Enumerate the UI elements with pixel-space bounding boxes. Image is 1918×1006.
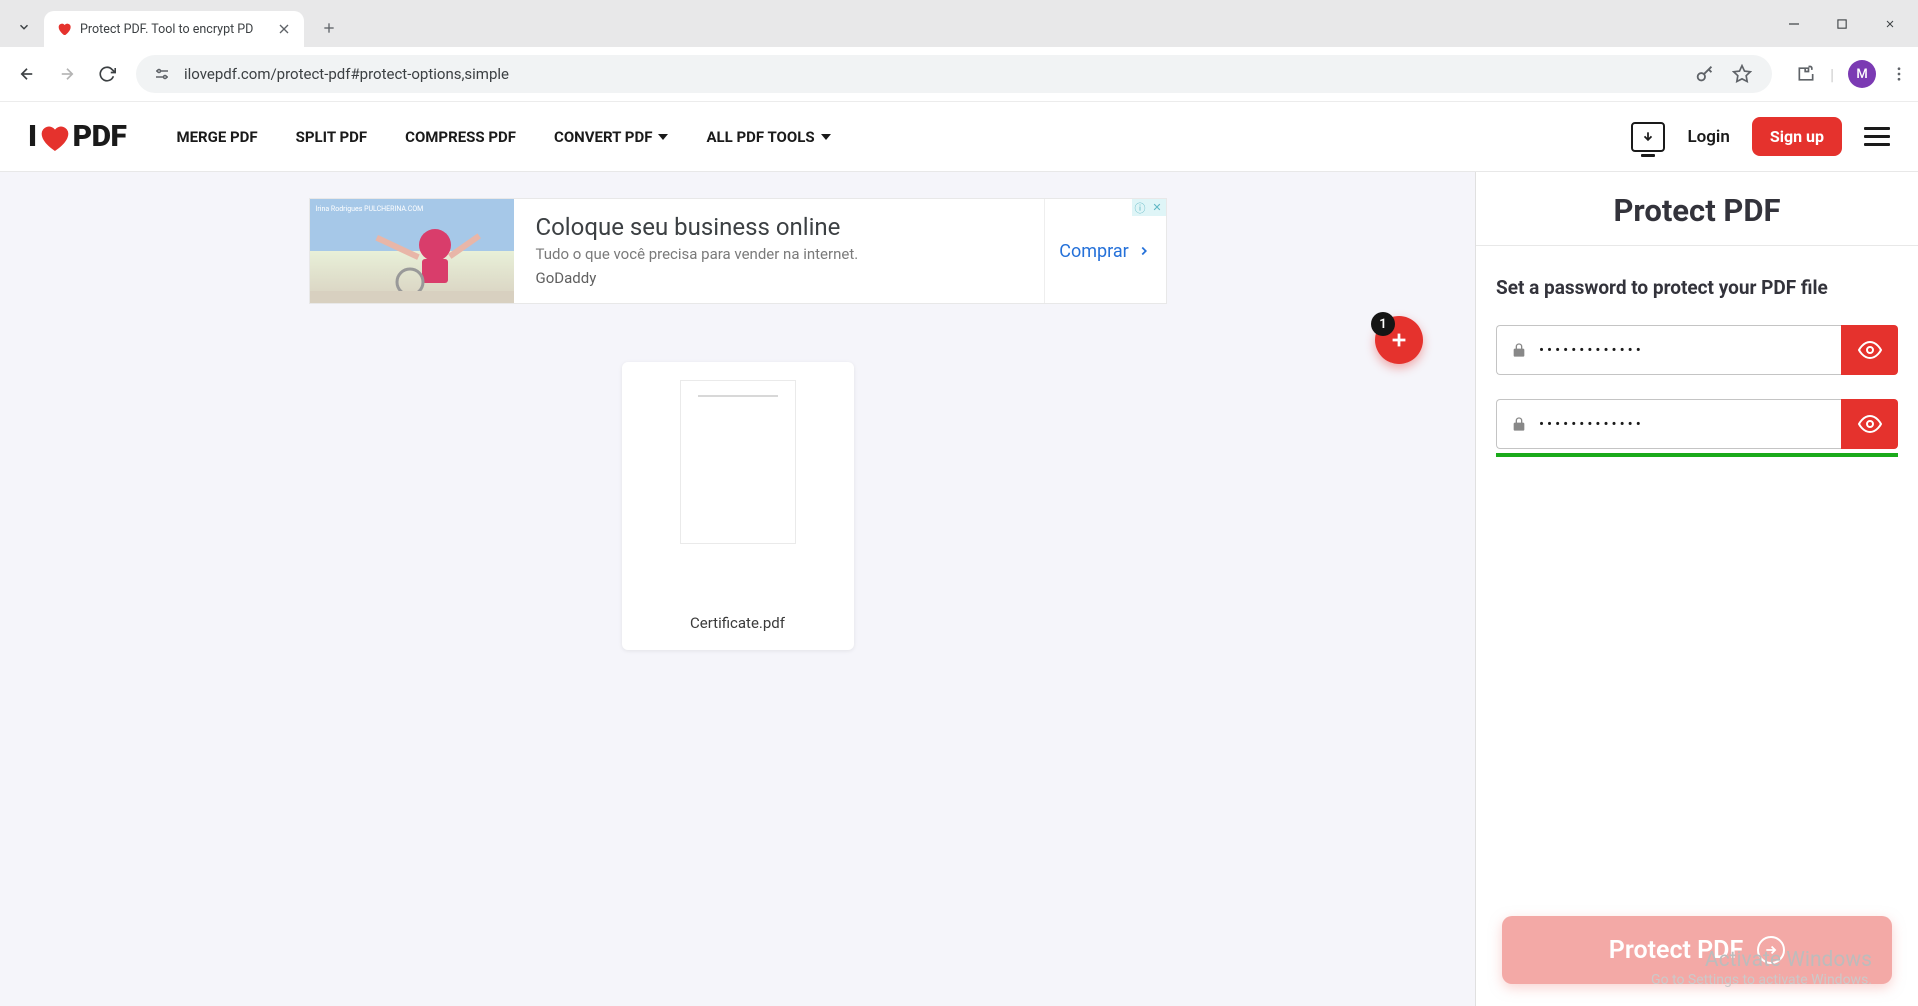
password-value: ••••••••••••• [1539, 341, 1644, 359]
extensions-icon[interactable] [1796, 64, 1816, 84]
confirm-password-input[interactable]: ••••••••••••• [1496, 399, 1841, 449]
main-area: Irina Rodrigues PULCHERINA.COM Coloque s… [0, 172, 1476, 1006]
new-tab-button[interactable] [314, 13, 344, 43]
close-icon[interactable] [276, 21, 292, 37]
browser-menu-icon[interactable] [1890, 65, 1908, 83]
reload-button[interactable] [90, 57, 124, 91]
confirm-password-value: ••••••••••••• [1539, 415, 1644, 433]
hamburger-icon[interactable] [1864, 127, 1890, 146]
address-bar[interactable]: ilovepdf.com/protect-pdf#protect-options… [136, 55, 1772, 93]
lock-icon [1511, 416, 1527, 432]
file-name: Certificate.pdf [690, 614, 785, 632]
browser-tab-strip: Protect PDF. Tool to encrypt PD [0, 0, 1918, 47]
bookmark-star-icon[interactable] [1732, 64, 1752, 84]
desktop-app-icon[interactable] [1631, 122, 1665, 152]
window-controls [1772, 9, 1918, 47]
add-file-button[interactable]: 1 [1375, 316, 1423, 364]
chevron-down-icon [821, 134, 831, 140]
heart-icon [56, 21, 72, 37]
nav-all-tools[interactable]: ALL PDF TOOLS [706, 128, 830, 146]
file-preview [680, 380, 796, 544]
url-text: ilovepdf.com/protect-pdf#protect-options… [184, 65, 1684, 83]
heart-icon [39, 123, 71, 151]
logo-prefix: I [28, 119, 37, 154]
sidebar-title: Protect PDF [1476, 172, 1918, 246]
close-window-button[interactable] [1868, 9, 1912, 39]
adchoices-icon[interactable]: ⓘ✕ [1132, 199, 1166, 216]
windows-activation-watermark: Activate Windows Go to Settings to activ… [1651, 948, 1872, 988]
logo[interactable]: I PDF [28, 119, 126, 154]
browser-tab[interactable]: Protect PDF. Tool to encrypt PD [44, 11, 304, 47]
ad-banner[interactable]: Irina Rodrigues PULCHERINA.COM Coloque s… [309, 198, 1167, 304]
main-nav: MERGE PDF SPLIT PDF COMPRESS PDF CONVERT… [176, 128, 830, 146]
password-input[interactable]: ••••••••••••• [1496, 325, 1841, 375]
options-sidebar: Protect PDF Set a password to protect yo… [1476, 172, 1918, 1006]
ad-image: Irina Rodrigues PULCHERINA.COM [310, 199, 514, 303]
nav-split[interactable]: SPLIT PDF [296, 128, 367, 146]
signup-button[interactable]: Sign up [1752, 117, 1842, 156]
forward-button[interactable] [50, 57, 84, 91]
toggle-password-visibility[interactable] [1841, 325, 1898, 375]
lock-icon [1511, 342, 1527, 358]
minimize-button[interactable] [1772, 9, 1816, 39]
tab-title: Protect PDF. Tool to encrypt PD [80, 22, 268, 37]
nav-compress[interactable]: COMPRESS PDF [405, 128, 516, 146]
file-card[interactable]: Certificate.pdf [622, 362, 854, 650]
nav-convert[interactable]: CONVERT PDF [554, 128, 668, 146]
sidebar-subtitle: Set a password to protect your PDF file [1496, 276, 1898, 299]
nav-merge[interactable]: MERGE PDF [176, 128, 257, 146]
ad-title: Coloque seu business online [536, 213, 1022, 241]
logo-suffix: PDF [73, 119, 127, 154]
site-settings-icon[interactable] [150, 62, 174, 86]
password-key-icon[interactable] [1694, 63, 1716, 85]
site-header: I PDF MERGE PDF SPLIT PDF COMPRESS PDF C… [0, 102, 1918, 172]
file-count-badge: 1 [1371, 312, 1395, 336]
ad-subtitle: Tudo o que você precisa para vender na i… [536, 245, 1022, 263]
maximize-button[interactable] [1820, 9, 1864, 39]
login-link[interactable]: Login [1687, 127, 1729, 147]
tab-search-button[interactable] [8, 11, 40, 43]
password-strength-bar [1496, 453, 1898, 457]
browser-toolbar: ilovepdf.com/protect-pdf#protect-options… [0, 47, 1918, 102]
toggle-confirm-visibility[interactable] [1841, 399, 1898, 449]
chevron-down-icon [658, 134, 668, 140]
ad-brand: GoDaddy [536, 269, 1022, 287]
profile-avatar[interactable]: M [1848, 60, 1876, 88]
back-button[interactable] [10, 57, 44, 91]
